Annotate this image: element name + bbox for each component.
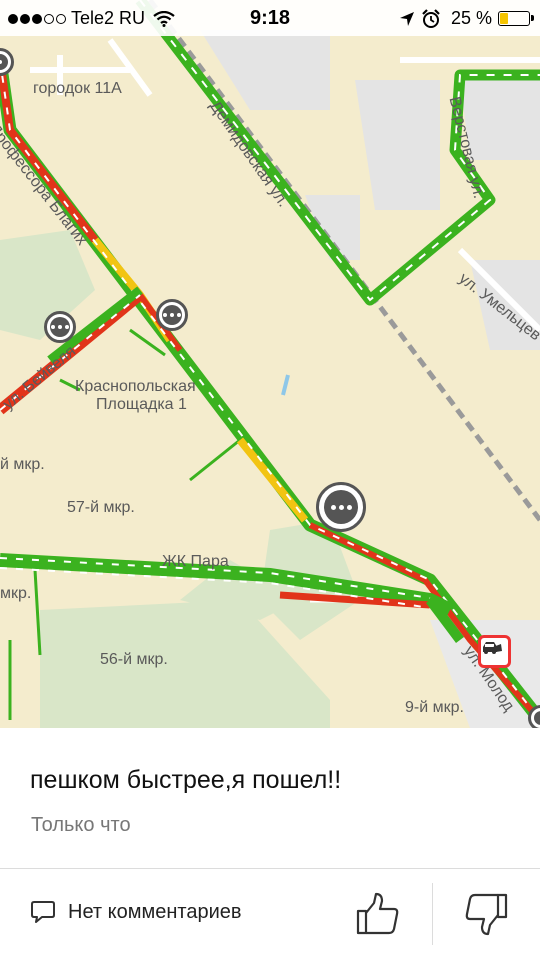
location-arrow-icon [399,11,414,26]
comments-label: Нет комментариев [68,900,242,923]
map-label-56-mkr: 56-й мкр. [100,651,168,668]
map-label-zhk-para: ЖК Пара [162,553,229,570]
accident-icon[interactable] [478,635,511,668]
map-label-mkr-left-1: й мкр. [0,456,45,473]
map-label-krasnopolskaya: Краснопольская [75,378,196,395]
map-label-mkr-left-2: мкр. [0,585,32,602]
comment-icon [31,901,55,923]
battery-icon [498,11,534,26]
comments-button[interactable]: Нет комментариев [30,899,242,925]
map-label-ploshchadka: Площадка 1 [96,396,187,413]
action-separator [432,883,433,945]
building-block [355,80,440,210]
thumbs-down-icon[interactable] [464,891,510,937]
status-bar: Tele2 RU 9:18 25 % [0,0,540,36]
post-text: пешком быстрее,я пошел!! [30,766,342,794]
post-actions-bar: Нет комментариев [0,869,540,960]
selected-chat-bubble-icon[interactable] [316,482,366,532]
traffic-map[interactable]: городок 11А Профессора Благих Демидовска… [0,0,540,728]
map-label-57-mkr: 57-й мкр. [67,499,135,516]
alarm-icon [422,8,440,28]
post-timestamp: Только что [31,814,131,836]
chat-bubble-icon[interactable] [44,311,76,343]
map-label-gorodok: городок 11А [33,80,122,97]
battery-percent: 25 % [450,8,492,28]
map-label-9-mkr: 9-й мкр. [405,699,464,716]
thumbs-up-icon[interactable] [354,891,400,937]
chat-bubble-icon[interactable] [156,299,188,331]
